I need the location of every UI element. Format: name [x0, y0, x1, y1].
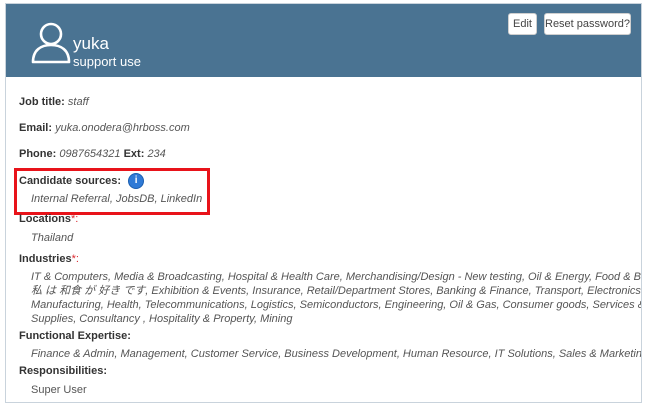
industries-line: 私 は 和食 が 好き です, Exhibition & Events, Ins… — [31, 285, 642, 297]
locations-row: Locations*: — [19, 213, 78, 225]
candidate-sources-label: Candidate sources: — [19, 174, 122, 187]
required-marker: *: — [71, 253, 79, 265]
locations-value: Thailand — [31, 232, 74, 244]
responsibilities-label: Responsibilities: — [19, 365, 108, 377]
email-label: Email: — [19, 122, 53, 134]
profile-role: support use — [73, 54, 141, 69]
industries-line: Manufacturing, Health, Telecommunication… — [31, 299, 642, 311]
job-title-row: Job title: staff — [19, 96, 89, 108]
email-value: yuka.onodera@hrboss.com — [55, 122, 190, 134]
industries-label: Industries — [19, 253, 72, 265]
ext-label: Ext: — [123, 148, 145, 160]
job-title-value: staff — [67, 96, 89, 108]
email-row: Email: yuka.onodera@hrboss.com — [19, 122, 190, 134]
candidate-sources-value: Internal Referral, JobsDB, LinkedIn — [31, 193, 203, 205]
phone-value: 0987654321 — [59, 148, 121, 160]
industries-value: IT & Computers, Media & Broadcasting, Ho… — [31, 270, 642, 326]
profile-card: yuka support use Edit Reset password? Jo… — [5, 3, 642, 403]
functional-expertise-value: Finance & Admin, Management, Customer Se… — [31, 348, 642, 360]
job-title-label: Job title: — [19, 96, 65, 108]
industries-row: Industries*: — [19, 253, 79, 265]
responsibilities-value: Super User — [31, 384, 87, 396]
locations-label: Locations — [19, 213, 71, 225]
edit-button[interactable]: Edit — [508, 13, 537, 35]
functional-expertise-row: Functional Expertise: — [19, 330, 131, 342]
candidate-sources-row: Candidate sources: i — [19, 173, 145, 189]
reset-password-button[interactable]: Reset password? — [544, 13, 631, 35]
responsibilities-row: Responsibilities: — [19, 365, 107, 377]
profile-name: yuka — [73, 34, 109, 53]
info-icon[interactable]: i — [128, 173, 145, 189]
phone-label: Phone: — [19, 148, 57, 160]
required-marker: *: — [70, 213, 79, 225]
industries-line: IT & Computers, Media & Broadcasting, Ho… — [31, 271, 642, 283]
industries-line: Supplies, Consultancy , Hospitality & Pr… — [31, 313, 293, 325]
profile-header: yuka support use Edit Reset password? — [6, 4, 641, 77]
user-avatar-icon — [31, 22, 71, 64]
ext-value: 234 — [147, 148, 166, 160]
functional-expertise-label: Functional Expertise: — [19, 330, 131, 342]
phone-row: Phone: 0987654321 Ext: 234 — [19, 148, 166, 160]
